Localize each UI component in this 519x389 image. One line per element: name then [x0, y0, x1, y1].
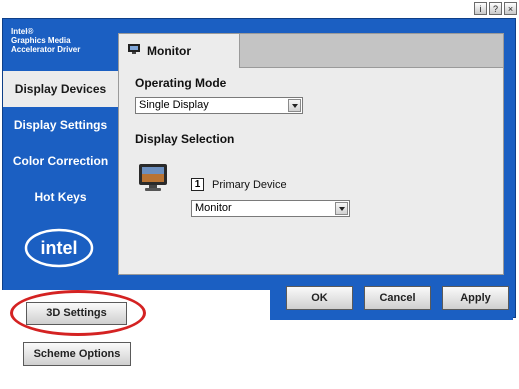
info-icon: i [479, 4, 482, 14]
apply-button[interactable]: Apply [442, 286, 509, 310]
help-button[interactable]: ? [489, 2, 502, 15]
close-icon: × [507, 4, 514, 14]
sidebar-item-display-settings[interactable]: Display Settings [3, 107, 118, 143]
brand-line-3: Accelerator Driver [11, 45, 81, 54]
operating-mode-select[interactable]: Single Display [135, 97, 303, 114]
operating-mode-heading: Operating Mode [135, 76, 227, 90]
sidebar-item-color-correction[interactable]: Color Correction [3, 143, 118, 179]
operating-mode-value: Single Display [139, 99, 209, 111]
content-area: Monitor Operating Mode Single Display Di… [118, 33, 504, 275]
tab-strip: Monitor [119, 34, 503, 68]
primary-device-select[interactable]: Monitor [191, 200, 350, 217]
intel-logo: intel [24, 228, 94, 268]
ok-button[interactable]: OK [286, 286, 353, 310]
sidebar-item-display-devices[interactable]: Display Devices [3, 71, 118, 107]
info-button[interactable]: i [474, 2, 487, 15]
monitor-icon [128, 44, 140, 54]
brand-line-1: Intel® [11, 27, 34, 36]
tab-monitor[interactable]: Monitor [119, 34, 240, 68]
close-button[interactable]: × [504, 2, 517, 15]
highlight-ring [10, 290, 146, 336]
help-icon: ? [492, 4, 498, 14]
primary-device-label: Primary Device [212, 179, 287, 191]
brand-line-2: Graphics Media [11, 36, 71, 45]
chevron-down-icon[interactable] [288, 99, 301, 112]
scheme-options-button[interactable]: Scheme Options [23, 342, 131, 366]
intel-logo-text: intel [40, 238, 77, 258]
cancel-button[interactable]: Cancel [364, 286, 431, 310]
monitor-device-icon [139, 164, 167, 191]
main-panel: Intel® Graphics Media Accelerator Driver… [2, 18, 516, 318]
display-selection-heading: Display Selection [135, 132, 235, 146]
brand-text: Intel® Graphics Media Accelerator Driver [11, 27, 111, 54]
primary-device-value: Monitor [195, 202, 232, 214]
sidebar-item-hot-keys[interactable]: Hot Keys [3, 179, 118, 215]
device-number-badge: 1 [191, 178, 204, 191]
chevron-down-icon[interactable] [335, 202, 348, 215]
tab-label: Monitor [147, 44, 191, 58]
